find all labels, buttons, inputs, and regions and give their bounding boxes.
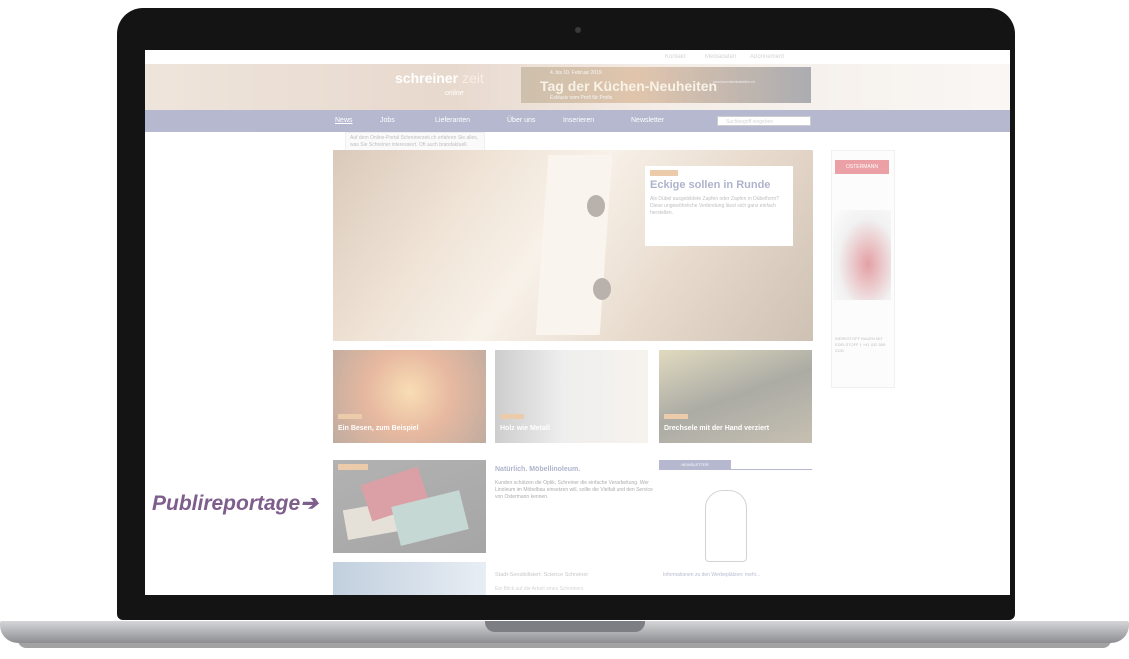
logo-accent: zeit [461, 70, 484, 86]
ad-text: WERKSTOFF BAUEN MIT EDELSTOFF 1 +41 032 … [835, 336, 886, 353]
nav-item-inserieren[interactable]: Inserieren [563, 117, 594, 124]
tile-badge [338, 414, 362, 419]
annotation-label: Publireportage [152, 492, 301, 515]
publireportage-title[interactable]: Natürlich. Möbellinoleum. [495, 466, 580, 473]
tile-badge [664, 414, 688, 419]
logo-subtitle: online [445, 90, 464, 97]
newsletter-link[interactable]: Informationen zu den Werbeplätzen: mehr.… [663, 572, 760, 578]
article-image[interactable] [333, 562, 486, 595]
hero-dowel-shape [587, 195, 605, 217]
top-link[interactable]: Abonnement [750, 54, 784, 60]
article-title[interactable]: Stadt-Sensibilisiert: Science Schreiner [495, 572, 588, 578]
article-text: Ein Blick auf die Arbeit eines Schreiner… [495, 586, 584, 592]
nav-item-lieferanten[interactable]: Lieferanten [435, 117, 470, 124]
illustration-figure [705, 490, 747, 562]
logo-text: schreiner [395, 70, 459, 86]
hero-board-shape [535, 155, 613, 335]
search-input[interactable]: Suchbegriff eingeben [717, 116, 811, 126]
top-link[interactable]: Mediadaten [705, 54, 736, 60]
tile-title[interactable]: Holz wie Metall [500, 425, 550, 432]
nav-item-newsletter[interactable]: Newsletter [631, 117, 664, 124]
tile-title[interactable]: Ein Besen, zum Beispiel [338, 425, 419, 432]
top-link[interactable]: Kontakt [665, 54, 685, 60]
hero-text: Als Dübel ausgebildete Zapfen oder Zapfe… [650, 196, 779, 216]
publireportage-badge [338, 464, 368, 470]
hero-title[interactable]: Eckige sollen in Runde [650, 179, 770, 191]
publireportage-text: Kunden schätzen die Optik, Schreiner die… [495, 480, 653, 500]
nav-item-news[interactable]: News [335, 117, 353, 124]
tile-badge [500, 414, 524, 419]
laptop-notch [485, 621, 645, 632]
tile-title[interactable]: Drechsele mit der Hand verziert [664, 425, 769, 432]
arrow-right-icon: ➔ [300, 492, 318, 515]
nav-item-jobs[interactable]: Jobs [380, 117, 395, 124]
hero-dowel-shape [593, 278, 611, 300]
banner-date: 4. bis 10. Februar 2019 [550, 70, 602, 76]
hero-badge [650, 170, 678, 176]
publireportage-annotation: Publireportage➔ [152, 491, 318, 516]
site-logo[interactable]: schreiner zeit [395, 70, 484, 86]
ad-image [833, 210, 891, 300]
newsletter-heading: NEWSLETTER [659, 460, 731, 469]
ad-brand-logo: OSTERMANN [835, 160, 889, 174]
camera-icon [575, 27, 581, 33]
banner-subtitle: Exklusiv vom Profi für Profis [550, 95, 613, 101]
nav-item-ueber-uns[interactable]: Über uns [507, 117, 535, 124]
banner-info: www.kuechenneuheiten.ch [713, 80, 755, 84]
divider [659, 469, 812, 470]
banner-title: Tag der Küchen-Neuheiten [540, 78, 718, 94]
